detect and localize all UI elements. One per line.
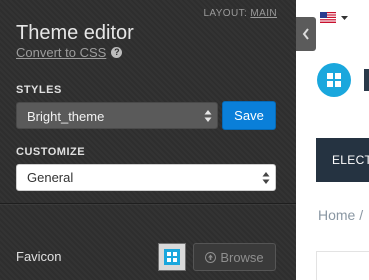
chevron-left-icon: [302, 28, 309, 40]
collapse-panel-button[interactable]: [296, 17, 316, 51]
store-nav-bar[interactable]: ELECTRONICS: [316, 138, 369, 182]
select-arrows-icon: [262, 172, 270, 184]
theme-editor-panel: LAYOUT: MAIN Theme editor Convert to CSS…: [0, 0, 296, 280]
us-flag-icon: [320, 12, 336, 23]
caret-down-icon: [341, 15, 348, 20]
logo-grid-icon: [327, 73, 341, 87]
convert-to-css-link[interactable]: Convert to CSS: [16, 45, 106, 60]
customize-select[interactable]: General: [16, 164, 276, 191]
content-box: [316, 251, 369, 280]
style-select-value: Bright_theme: [27, 109, 105, 124]
customize-select-value: General: [27, 170, 74, 185]
breadcrumb[interactable]: Home /: [318, 207, 363, 223]
styles-label: STYLES: [16, 84, 62, 96]
editor-title: Theme editor: [16, 22, 134, 44]
browse-label: Browse: [220, 249, 264, 265]
layout-label: LAYOUT:: [203, 8, 248, 19]
editor-settings-section: LAYOUT: MAIN Theme editor Convert to CSS…: [0, 0, 296, 204]
browse-icon: [205, 251, 217, 263]
language-selector[interactable]: [320, 12, 348, 23]
layout-indicator: LAYOUT: MAIN: [203, 8, 277, 19]
save-button[interactable]: Save: [222, 101, 276, 130]
customize-label: CUSTOMIZE: [16, 146, 86, 158]
nav-item-electronics[interactable]: ELECTRONICS: [332, 153, 369, 167]
help-icon[interactable]: ?: [111, 47, 123, 58]
style-select[interactable]: Bright_theme: [16, 102, 218, 129]
store-logo[interactable]: [317, 63, 351, 97]
favicon-icon: [164, 249, 180, 265]
favicon-preview: [158, 243, 186, 271]
layout-link[interactable]: MAIN: [250, 8, 277, 19]
convert-row: Convert to CSS ?: [16, 45, 123, 60]
favicon-label: Favicon: [16, 249, 62, 264]
store-name: [364, 69, 369, 91]
browse-button[interactable]: Browse: [193, 243, 276, 271]
select-arrows-icon: [204, 110, 212, 122]
